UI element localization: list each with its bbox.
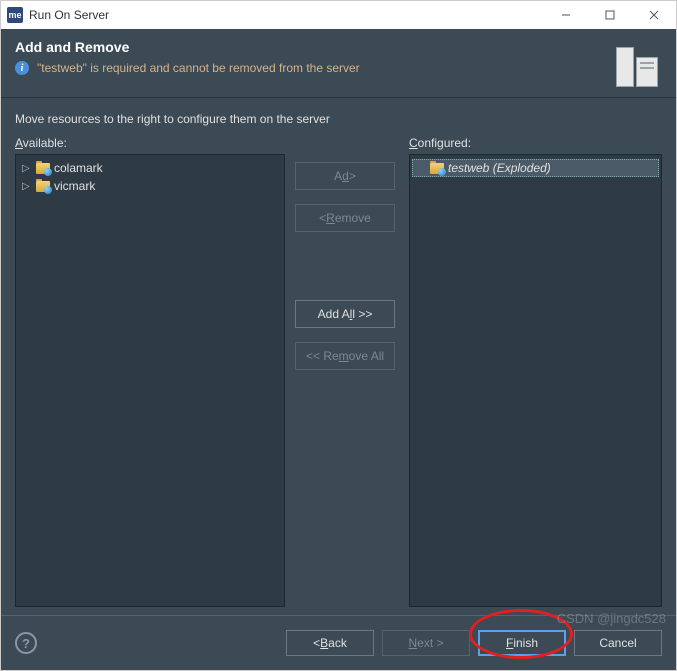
app-icon: me bbox=[7, 7, 23, 23]
available-label-accel: A bbox=[15, 136, 23, 150]
wizard-footer: ? < Back Next > Finish Cancel bbox=[1, 616, 676, 670]
expander-icon[interactable]: ▷ bbox=[22, 163, 32, 174]
help-button[interactable]: ? bbox=[15, 632, 37, 654]
tree-item[interactable]: ▷ colamark bbox=[18, 159, 282, 177]
cancel-button[interactable]: Cancel bbox=[574, 630, 662, 656]
banner-title: Add and Remove bbox=[15, 39, 612, 55]
web-folder-icon bbox=[36, 163, 50, 174]
banner-message: "testweb" is required and cannot be remo… bbox=[37, 61, 360, 75]
transfer-buttons: Ad > < Remove Add All >> << Remove All bbox=[285, 136, 405, 607]
tree-item-label: vicmark bbox=[54, 179, 278, 193]
configured-label: Configured: bbox=[409, 136, 662, 150]
configured-label-accel: C bbox=[409, 136, 418, 150]
wizard-banner: Add and Remove i "testweb" is required a… bbox=[1, 29, 676, 98]
web-folder-icon bbox=[36, 181, 50, 192]
body-description: Move resources to the right to configure… bbox=[15, 112, 662, 126]
info-icon: i bbox=[15, 61, 29, 75]
back-button[interactable]: < Back bbox=[286, 630, 374, 656]
expander-icon[interactable]: ▷ bbox=[22, 181, 32, 192]
dialog-window: me Run On Server Add and Remove i "testw… bbox=[0, 0, 677, 671]
web-folder-icon bbox=[430, 163, 444, 174]
maximize-button[interactable] bbox=[588, 1, 632, 29]
available-label-rest: vailable: bbox=[23, 136, 67, 150]
remove-all-button[interactable]: << Remove All bbox=[295, 342, 395, 370]
banner-message-row: i "testweb" is required and cannot be re… bbox=[15, 61, 612, 75]
available-tree[interactable]: ▷ colamark ▷ vicmark bbox=[15, 154, 285, 607]
minimize-button[interactable] bbox=[544, 1, 588, 29]
tree-item[interactable]: testweb (Exploded) bbox=[412, 159, 659, 177]
available-label: Available: bbox=[15, 136, 285, 150]
configured-column: Configured: testweb (Exploded) bbox=[409, 136, 662, 607]
server-icon bbox=[612, 39, 662, 87]
window-controls bbox=[544, 1, 676, 29]
window-title: Run On Server bbox=[29, 8, 544, 22]
wizard-body: Move resources to the right to configure… bbox=[1, 98, 676, 615]
finish-button[interactable]: Finish bbox=[478, 630, 566, 656]
remove-button[interactable]: < Remove bbox=[295, 204, 395, 232]
titlebar: me Run On Server bbox=[1, 1, 676, 29]
tree-item[interactable]: ▷ vicmark bbox=[18, 177, 282, 195]
configured-label-rest: onfigured: bbox=[418, 136, 471, 150]
add-button[interactable]: Ad > bbox=[295, 162, 395, 190]
banner-text: Add and Remove i "testweb" is required a… bbox=[15, 39, 612, 75]
tree-item-label: testweb (Exploded) bbox=[448, 161, 655, 175]
tree-item-label: colamark bbox=[54, 161, 278, 175]
next-button[interactable]: Next > bbox=[382, 630, 470, 656]
columns: Available: ▷ colamark ▷ vicmark bbox=[15, 136, 662, 607]
available-column: Available: ▷ colamark ▷ vicmark bbox=[15, 136, 285, 607]
add-all-button[interactable]: Add All >> bbox=[295, 300, 395, 328]
close-button[interactable] bbox=[632, 1, 676, 29]
configured-tree[interactable]: testweb (Exploded) bbox=[409, 154, 662, 607]
